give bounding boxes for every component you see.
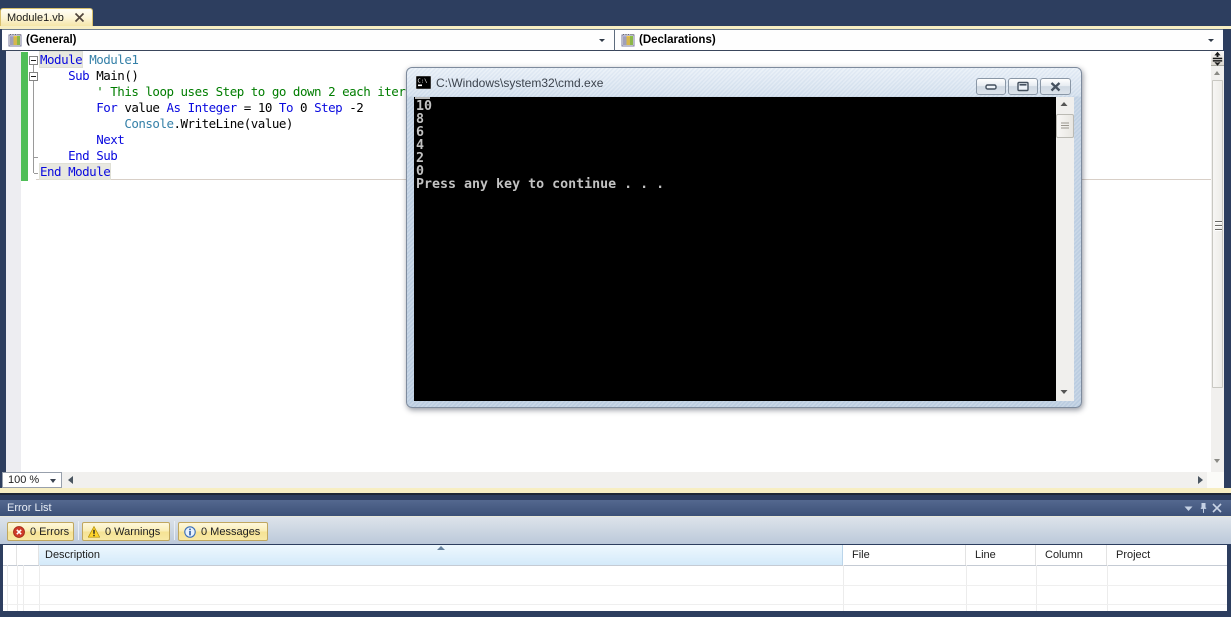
cmd-icon: C:\ (416, 76, 431, 89)
vb-module-icon (621, 33, 635, 46)
filter-button-warning[interactable]: 0 Warnings (82, 522, 170, 541)
console-output-line: 4 (416, 138, 425, 153)
vb-module-icon (8, 33, 22, 46)
tab-close-icon[interactable] (74, 12, 85, 23)
console-output-line: 8 (416, 112, 425, 127)
console-output-line: Press any key to continue . . . (416, 177, 665, 192)
console-title: C:\Windows\system32\cmd.exe (436, 75, 604, 90)
zoom-value: 100 % (8, 474, 40, 486)
code-line[interactable]: ' This loop uses Step to go down 2 each … (40, 84, 441, 100)
column-header-blank[interactable] (7, 545, 17, 565)
filter-button-error[interactable]: 0 Errors (7, 522, 74, 541)
scrollbar-corner (1207, 472, 1224, 488)
info-icon (184, 525, 196, 538)
tab-module1vb[interactable]: Module1.vb (0, 8, 93, 26)
close-icon[interactable] (1212, 503, 1222, 513)
filter-button-label: 0 Errors (30, 525, 70, 538)
vs-ide-window: Module1.vb (General) (Declarations) Modu… (0, 0, 1231, 617)
column-header-column[interactable]: Column (1036, 545, 1107, 565)
member-combo-arrow-icon[interactable] (1208, 39, 1214, 42)
error-list-titlebar[interactable]: Error List (0, 500, 1231, 516)
zoom-combo[interactable]: 100 % (2, 472, 62, 488)
window-position-icon[interactable] (1184, 506, 1193, 512)
code-line[interactable]: Next (40, 132, 440, 148)
split-handle-icon (1212, 51, 1223, 66)
close-icon (1050, 82, 1061, 92)
scroll-down-icon[interactable] (1056, 384, 1074, 401)
close-button[interactable] (1040, 78, 1071, 95)
error-list-toolbar: 0 Errors 0 Warnings 0 Messages (0, 516, 1231, 544)
editor-vscroll-thumb[interactable] (1212, 80, 1223, 388)
scroll-up-icon[interactable] (1056, 97, 1074, 114)
scroll-down-icon[interactable] (1214, 459, 1220, 463)
member-combo[interactable]: (Declarations) (615, 29, 1223, 51)
minimize-button[interactable] (976, 78, 1006, 95)
editor-navigation-bar: (General) (Declarations) (0, 29, 1231, 51)
error-list-table: Description File Line Column Project (3, 545, 1227, 611)
code-line[interactable]: Sub Main() (40, 68, 440, 84)
console-output-line: 2 (416, 151, 425, 166)
fold-collapse-box[interactable] (29, 72, 38, 81)
thumb-grip-icon (1061, 122, 1069, 129)
change-tracking-bar (21, 52, 28, 181)
member-combo-value: (Declarations) (639, 34, 716, 46)
outlining-end-tick (34, 172, 38, 174)
column-header-project[interactable]: Project (1107, 545, 1224, 565)
tab-label: Module1.vb (7, 11, 64, 24)
scroll-left-icon[interactable] (68, 476, 73, 484)
editor-vertical-scrollbar[interactable] (1211, 51, 1224, 472)
close-x-icon (74, 12, 84, 23)
code-text[interactable]: Module Module1 Sub Main() ' This loop us… (40, 52, 441, 180)
toolbar-separator (174, 521, 175, 540)
code-line[interactable]: Console.WriteLine(value) (40, 116, 440, 132)
error-icon (13, 525, 25, 538)
column-header-line[interactable]: Line (966, 545, 1036, 565)
code-line[interactable]: End Module (40, 164, 440, 180)
code-line[interactable]: End Sub (40, 148, 440, 164)
zoom-combo-arrow-icon[interactable] (50, 479, 56, 483)
console-output[interactable]: 10 8 6 4 2 0 Press any key to continue . . . (414, 97, 1074, 401)
outlining-end-tick (34, 156, 38, 158)
panel-title: Error List (7, 502, 52, 514)
scope-combo-value: (General) (26, 34, 77, 46)
warning-icon (88, 525, 100, 538)
scroll-up-icon[interactable] (1214, 71, 1220, 75)
code-line[interactable]: Module Module1 (40, 52, 440, 68)
column-header-file[interactable]: File (843, 545, 966, 565)
console-output-line: 10 (416, 99, 433, 114)
fold-collapse-box[interactable] (29, 56, 38, 65)
editor-bottom-bar: 100 % (2, 472, 1224, 488)
editor-splitter-handle[interactable] (1211, 51, 1224, 66)
down-arrow-icon (1060, 390, 1068, 394)
filter-button-info[interactable]: 0 Messages (178, 522, 268, 541)
filter-button-label: 0 Warnings (105, 525, 161, 538)
code-line[interactable]: For value As Integer = 10 To 0 Step -2 (40, 100, 440, 116)
indicator-margin[interactable] (6, 51, 21, 472)
grid-line (3, 585, 1227, 586)
minimize-icon (985, 84, 997, 90)
cmd-console-window[interactable]: C:\ C:\Windows\system32\cmd.exe 10 8 6 4 2 0 P… (406, 67, 1082, 408)
console-scrollbar[interactable] (1056, 97, 1074, 401)
filter-button-label: 0 Messages (201, 525, 261, 538)
console-output-line: 6 (416, 125, 425, 140)
console-scroll-thumb[interactable] (1056, 114, 1074, 138)
grid-line (3, 604, 1227, 605)
error-list-panel: Error List 0 Errors 0 Warnings 0 Messages … (0, 495, 1231, 617)
column-header-blank[interactable] (23, 545, 39, 565)
scroll-right-icon[interactable] (1198, 476, 1203, 484)
scope-combo[interactable]: (General) (2, 29, 616, 51)
toolbar-separator (78, 521, 79, 540)
pin-icon[interactable] (1199, 502, 1208, 515)
table-header: Description File Line Column Project (3, 545, 1227, 566)
up-arrow-icon (1060, 102, 1068, 106)
scope-combo-arrow-icon[interactable] (599, 39, 605, 42)
sort-arrow-icon (437, 546, 445, 550)
svg-text:C:\: C:\ (418, 79, 428, 85)
maximize-icon (1017, 81, 1029, 92)
console-text: 10 8 6 4 2 0 Press any key to continue . . . (416, 100, 664, 191)
maximize-button[interactable] (1008, 78, 1038, 95)
